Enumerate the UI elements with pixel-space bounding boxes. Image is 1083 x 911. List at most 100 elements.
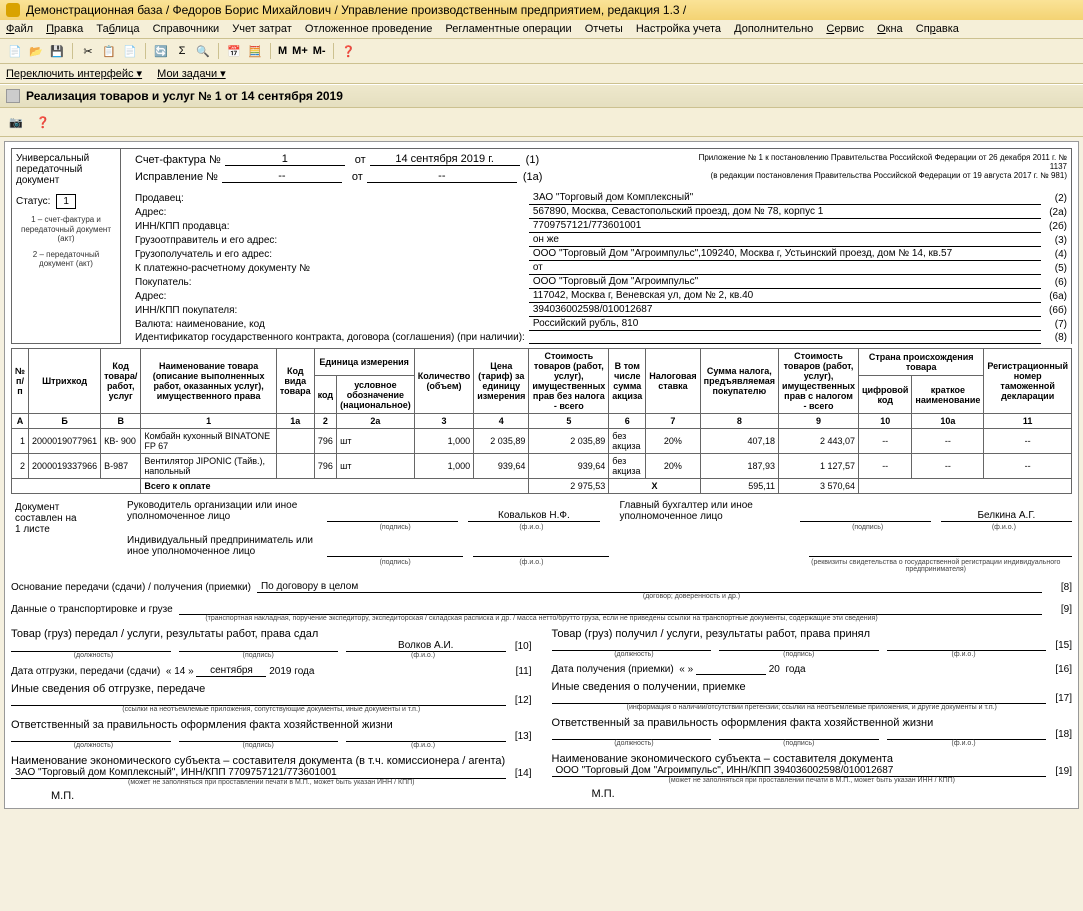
info-value: ООО "Торговый Дом "Агроимпульс" bbox=[529, 275, 1041, 289]
info-ref: (6) bbox=[1041, 275, 1071, 289]
help-icon[interactable]: ❓ bbox=[340, 42, 358, 60]
menu-deferred[interactable]: Отложенное проведение bbox=[305, 23, 432, 35]
menu-windows[interactable]: Окна bbox=[877, 23, 903, 35]
info-label: Идентификатор государственного контракта… bbox=[131, 331, 529, 344]
info-ref: (2б) bbox=[1041, 219, 1071, 233]
paste-icon[interactable]: 📄 bbox=[121, 42, 139, 60]
director-name: Ковальков Н.Ф. bbox=[468, 510, 599, 522]
status-note-1: 1 – счет-фактура и передаточный документ… bbox=[16, 215, 116, 244]
upd-l1: Универсальный bbox=[16, 153, 116, 164]
info-label: Грузоотправитель и его адрес: bbox=[131, 233, 529, 247]
accountant-sign bbox=[800, 521, 931, 522]
menu-edit[interactable]: Правка bbox=[46, 23, 83, 35]
accountant-name: Белкина А.Г. bbox=[941, 510, 1072, 522]
info-ref: (5) bbox=[1041, 261, 1071, 275]
m-btn[interactable]: M bbox=[277, 42, 288, 60]
info-ref: (6а) bbox=[1041, 289, 1071, 303]
info-value: ЗАО "Торговый дом Комплексный" bbox=[529, 191, 1041, 205]
sender-mp: М.П. bbox=[11, 790, 532, 802]
title-text: Демонстрационная база / Федоров Борис Ми… bbox=[26, 3, 686, 17]
receiver-title: Товар (груз) получил / услуги, результат… bbox=[552, 628, 1073, 640]
items-table: № п/п Штрихкод Код товара/ работ, услуг … bbox=[11, 348, 1072, 494]
upd-box: Универсальный передаточный документ Стат… bbox=[11, 148, 121, 344]
menu-reg[interactable]: Регламентные операции bbox=[445, 23, 571, 35]
calc-icon[interactable]: 🧮 bbox=[246, 42, 264, 60]
status-label: Статус: bbox=[16, 196, 50, 207]
m-plus-btn[interactable]: M+ bbox=[291, 42, 309, 60]
print-preview-icon[interactable]: 📷 bbox=[6, 112, 26, 132]
menu-setup[interactable]: Настройка учета bbox=[636, 23, 721, 35]
info-value bbox=[529, 331, 1041, 344]
toolbar: 📄 📂 💾 ✂ 📋 📄 🔄 Σ 🔍 📅 🧮 M M+ M- ❓ bbox=[0, 39, 1083, 64]
director-label: Руководитель организации или иное уполно… bbox=[127, 500, 327, 522]
menu-bar[interactable]: Файл Правка Таблица Справочники Учет зат… bbox=[0, 20, 1083, 39]
invoice-no: 1 bbox=[225, 153, 345, 166]
invoice-date: 14 сентября 2019 г. bbox=[370, 153, 520, 166]
help2-icon[interactable]: ❓ bbox=[33, 112, 53, 132]
info-value: 394036002598/010012687 bbox=[529, 303, 1041, 317]
sender-name: Волков А.И. bbox=[346, 640, 506, 652]
info-ref: (7) bbox=[1041, 317, 1071, 331]
sender-title: Товар (груз) передал / услуги, результат… bbox=[11, 628, 532, 640]
status-note-2: 2 – передаточный документ (акт) bbox=[16, 250, 116, 269]
transport-label: Данные о транспортировке и грузе bbox=[11, 604, 179, 615]
receiver-org: ООО "Торговый Дом "Агроимпульс", ИНН/КПП… bbox=[552, 765, 1047, 777]
appendix-note: Приложение № 1 к постановлению Правитель… bbox=[691, 149, 1071, 189]
m-minus-btn[interactable]: M- bbox=[312, 42, 327, 60]
calendar-icon[interactable]: 📅 bbox=[225, 42, 243, 60]
open-icon[interactable]: 📂 bbox=[27, 42, 45, 60]
copy-icon[interactable]: 📋 bbox=[100, 42, 118, 60]
menu-table[interactable]: Таблица bbox=[96, 23, 139, 35]
total-tax: 595,11 bbox=[700, 479, 778, 494]
info-ref: (4) bbox=[1041, 247, 1071, 261]
sum-icon[interactable]: Σ bbox=[173, 42, 191, 60]
correction-no: -- bbox=[222, 170, 342, 183]
receive-date-label: Дата получения (приемки) bbox=[552, 664, 674, 675]
total-sum: 2 975,53 bbox=[529, 479, 609, 494]
info-ref: (3) bbox=[1041, 233, 1071, 247]
info-value: Российский рубль, 810 bbox=[529, 317, 1041, 331]
menu-help[interactable]: Справка bbox=[916, 23, 959, 35]
doc-title-bar: Реализация товаров и услуг № 1 от 14 сен… bbox=[0, 84, 1083, 108]
document-page: Универсальный передаточный документ Стат… bbox=[7, 144, 1076, 806]
info-label: Грузополучатель и его адрес: bbox=[131, 247, 529, 261]
info-value: 7709757121/773601001 bbox=[529, 219, 1041, 233]
info-value: от bbox=[529, 261, 1041, 275]
info-value: он же bbox=[529, 233, 1041, 247]
info-label: К платежно-расчетному документу № bbox=[131, 261, 529, 275]
basis-label: Основание передачи (сдачи) / получения (… bbox=[11, 582, 257, 593]
info-label: Покупатель: bbox=[131, 275, 529, 289]
zoom-icon[interactable]: 🔍 bbox=[194, 42, 212, 60]
menu-ref[interactable]: Справочники bbox=[153, 23, 220, 35]
info-label: Продавец: bbox=[131, 191, 529, 205]
info-value: ООО "Торговый Дом "Агроимпульс",109240, … bbox=[529, 247, 1041, 261]
cut-icon[interactable]: ✂ bbox=[79, 42, 97, 60]
upd-l3: документ bbox=[16, 175, 116, 186]
info-label: Адрес: bbox=[131, 205, 529, 219]
my-tasks-link[interactable]: Мои задачи ▾ bbox=[157, 68, 226, 80]
info-ref: (2) bbox=[1041, 191, 1071, 205]
refresh-icon[interactable]: 🔄 bbox=[152, 42, 170, 60]
total-label: Всего к оплате bbox=[141, 479, 529, 494]
info-label: Адрес: bbox=[131, 289, 529, 303]
menu-cost[interactable]: Учет затрат bbox=[232, 23, 292, 35]
menu-more[interactable]: Дополнительно bbox=[734, 23, 813, 35]
doc-title-text: Реализация товаров и услуг № 1 от 14 сен… bbox=[26, 89, 343, 103]
correction-date: -- bbox=[367, 170, 517, 183]
director-sign bbox=[327, 521, 458, 522]
menu-reports[interactable]: Отчеты bbox=[585, 23, 623, 35]
info-ref: (2а) bbox=[1041, 205, 1071, 219]
info-label: ИНН/КПП покупателя: bbox=[131, 303, 529, 317]
info-label: Валюта: наименование, код bbox=[131, 317, 529, 331]
upd-l2: передаточный bbox=[16, 164, 116, 175]
receiver-column: Товар (груз) получил / услуги, результат… bbox=[552, 628, 1073, 802]
menu-service[interactable]: Сервис bbox=[826, 23, 864, 35]
save-icon[interactable]: 💾 bbox=[48, 42, 66, 60]
table-row: 22000019337966В-987Вентилятор JIPONIC (Т… bbox=[12, 454, 1072, 479]
menu-file[interactable]: Файл bbox=[6, 23, 33, 35]
correction-no-label: Исправление № bbox=[135, 171, 218, 183]
new-icon[interactable]: 📄 bbox=[6, 42, 24, 60]
switch-interface-link[interactable]: Переключить интерфейс ▾ bbox=[6, 68, 142, 80]
table-row: 12000019077961КВ- 900Комбайн кухонный BI… bbox=[12, 429, 1072, 454]
info-ref: (6б) bbox=[1041, 303, 1071, 317]
